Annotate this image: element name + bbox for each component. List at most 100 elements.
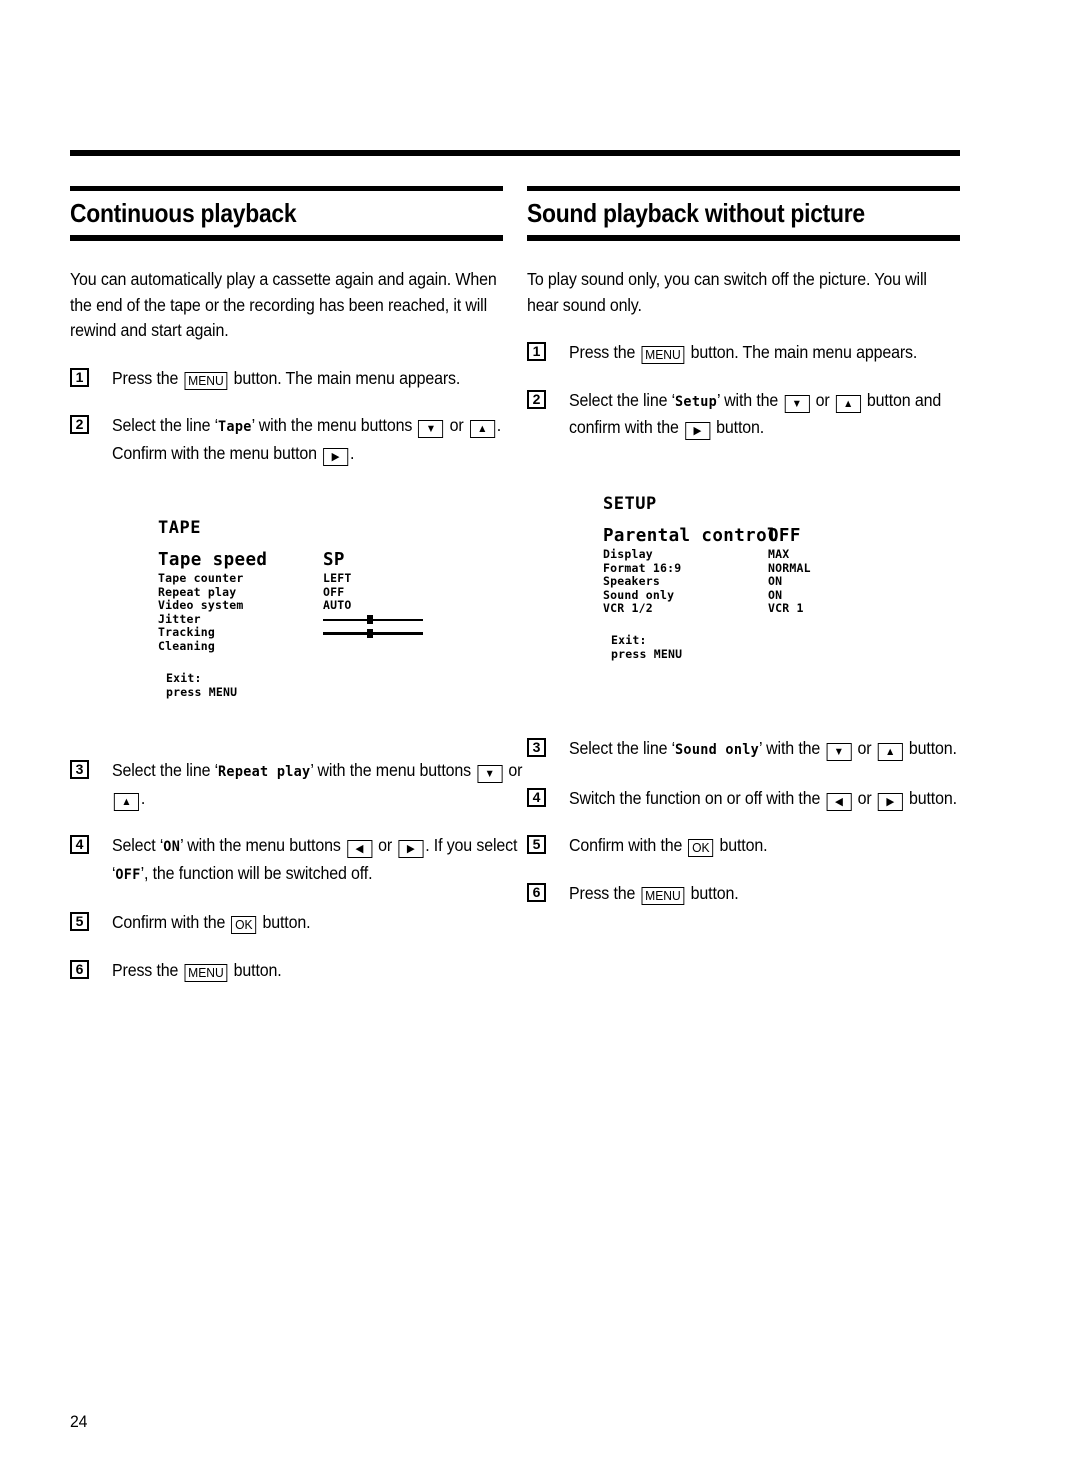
menu-item-reference: Tape xyxy=(218,419,252,436)
heading-rule-bottom-right xyxy=(527,235,960,242)
up-arrow-key[interactable]: ▲ xyxy=(877,743,903,761)
left-arrow-key[interactable]: ◀ xyxy=(346,840,372,858)
down-arrow-key[interactable]: ▼ xyxy=(784,394,810,413)
right-arrow-key[interactable]: ▶ xyxy=(398,840,424,858)
osd-menu-row[interactable]: Format 16:9 NORMAL xyxy=(603,560,889,576)
osd-menu-setup: SETUP Parental control OFF Display MAX Format… xyxy=(603,494,889,661)
page-top-rule xyxy=(70,150,960,156)
menu-item-reference: Setup xyxy=(675,393,718,410)
osd-row-label: Tape speed xyxy=(158,550,268,570)
right-arrow-key[interactable]: ▶ xyxy=(877,792,903,811)
up-arrow-key[interactable]: ▲ xyxy=(835,394,861,413)
up-arrow-key[interactable]: ▲ xyxy=(113,792,139,811)
instruction-step: 2 Select the line ‘Setup’ with the ▼ or ▲… xyxy=(527,388,960,441)
osd-row-value: ON xyxy=(768,574,783,589)
step-list-right-bottom: 3 Select the line ‘Sound only’ with the ▼… xyxy=(527,714,982,906)
left-arrow-key[interactable]: ◀ xyxy=(826,792,852,811)
osd-slider-knob[interactable] xyxy=(367,615,373,625)
step-text: Press the MENU button. The main menu app… xyxy=(569,342,918,365)
osd-row-label: Tracking xyxy=(158,625,215,640)
osd-menu-row[interactable]: Repeat play OFF xyxy=(158,584,437,600)
step-number-badge: 3 xyxy=(70,760,89,779)
menu-key[interactable]: MENU xyxy=(641,886,685,905)
step-list-left-top: 1 Press the MENU button. The main menu ap… xyxy=(70,366,503,467)
instruction-step: 4 Switch the function on or off with the … xyxy=(527,786,982,812)
step-number-badge: 2 xyxy=(70,415,89,435)
step-number-badge: 3 xyxy=(527,738,546,757)
step-number-badge: 5 xyxy=(527,835,546,854)
osd-exit-hint: Exit: press MENU xyxy=(158,671,437,699)
osd-menu-row[interactable]: Tape counter LEFT xyxy=(158,571,437,586)
instruction-step: 5 Confirm with the OK button. xyxy=(70,910,525,936)
down-arrow-key[interactable]: ▼ xyxy=(418,420,444,439)
column-left: Continuous playback You can automaticall… xyxy=(70,186,503,466)
osd-slider-knob[interactable] xyxy=(367,628,373,638)
osd-row-label: Sound only xyxy=(603,587,675,602)
down-arrow-key[interactable]: ▼ xyxy=(477,765,503,783)
step-number-badge: 2 xyxy=(527,389,546,409)
osd-menu-row[interactable]: Jitter xyxy=(158,612,437,627)
step-number-badge: 1 xyxy=(70,367,89,387)
step-text: Press the MENU button. The main menu app… xyxy=(112,367,461,390)
instruction-step: 5 Confirm with the OK button. xyxy=(527,833,982,859)
osd-menu-row[interactable]: Speakers ON xyxy=(603,575,889,589)
instruction-step: 6 Press the MENU button. xyxy=(70,958,525,984)
osd-row-value: MAX xyxy=(768,547,790,561)
page-title-right: Sound playback without picture xyxy=(527,198,865,228)
step-list-right-top: 1 Press the MENU button. The main menu ap… xyxy=(527,340,960,441)
menu-key[interactable]: MENU xyxy=(184,371,228,390)
osd-exit-line-2: press MENU xyxy=(166,684,238,699)
osd-menu-row[interactable]: Display MAX xyxy=(603,547,889,562)
up-arrow-key[interactable]: ▲ xyxy=(469,420,495,439)
osd-slider-track xyxy=(323,632,423,635)
osd-exit-line-1: Exit: xyxy=(166,670,202,685)
step-number-badge: 1 xyxy=(527,342,546,362)
osd-menu-row[interactable]: Parental control OFF xyxy=(603,526,889,547)
step-text: Select the line ‘Repeat play’ with the m… xyxy=(112,758,525,811)
osd-row-label: Repeat play xyxy=(158,584,237,599)
osd-row-label: Format 16:9 xyxy=(603,560,682,575)
instruction-step: 6 Press the MENU button. xyxy=(527,881,982,907)
osd-menu-row[interactable]: Sound only ON xyxy=(603,587,889,603)
osd-row-label: Display xyxy=(603,547,653,561)
heading-rule-bottom-left xyxy=(70,235,503,242)
intro-wrapper-left: You can automatically play a cassette ag… xyxy=(70,267,503,344)
menu-item-reference: Sound only xyxy=(675,742,760,758)
instruction-step: 3 Select the line ‘Repeat play’ with the … xyxy=(70,758,525,811)
menu-key[interactable]: MENU xyxy=(184,963,228,982)
osd-row-label: Cleaning xyxy=(158,638,215,653)
right-arrow-key[interactable]: ▶ xyxy=(684,422,710,441)
osd-exit-line-1: Exit: xyxy=(611,632,647,647)
osd-row-value xyxy=(323,626,437,640)
ok-key[interactable]: OK xyxy=(231,916,257,934)
osd-menu-row[interactable]: Tracking xyxy=(158,626,437,640)
step-list-left-bottom: 3 Select the line ‘Repeat play’ with the … xyxy=(70,736,525,983)
instruction-step: 4 Select ‘ON’ with the menu buttons ◀ or … xyxy=(70,833,525,888)
step-number-badge: 6 xyxy=(70,959,89,979)
intro-paragraph-right: To play sound only, you can switch off t… xyxy=(527,269,927,315)
down-arrow-key[interactable]: ▼ xyxy=(826,743,852,761)
osd-row-value xyxy=(323,640,437,654)
tv-screen-setup: SETUP Parental control OFF Display MAX Format… xyxy=(573,448,905,691)
osd-menu-row[interactable]: Video system AUTO xyxy=(158,599,437,613)
step-number-badge: 5 xyxy=(70,912,89,931)
osd-row-value: NORMAL xyxy=(768,560,811,575)
ok-key[interactable]: OK xyxy=(688,839,714,857)
osd-row-label: Video system xyxy=(158,598,244,613)
osd-exit-hint: Exit: press MENU xyxy=(603,633,889,661)
menu-item-reference: OFF xyxy=(115,866,141,883)
step-text: Press the MENU button. xyxy=(569,882,739,905)
right-arrow-key[interactable]: ▶ xyxy=(323,447,349,466)
column-right: Sound playback without picture To play s… xyxy=(527,186,960,441)
intro-wrapper-right: To play sound only, you can switch off t… xyxy=(527,267,960,318)
osd-menu-row[interactable]: Tape speed SP xyxy=(158,550,437,571)
osd-title: SETUP xyxy=(603,494,657,514)
osd-row-value: VCR 1 xyxy=(768,601,804,616)
menu-key[interactable]: MENU xyxy=(641,346,685,365)
osd-menu-row[interactable]: VCR 1/2 VCR 1 xyxy=(603,602,889,616)
osd-menu-tape: TAPE Tape speed SP Tape counter LEFT Repeat p… xyxy=(158,518,437,699)
instruction-step: 3 Select the line ‘Sound only’ with the ▼… xyxy=(527,736,982,764)
osd-row-value xyxy=(323,613,437,627)
step-text: Confirm with the OK button. xyxy=(569,835,768,857)
osd-menu-row[interactable]: Cleaning xyxy=(158,638,437,654)
